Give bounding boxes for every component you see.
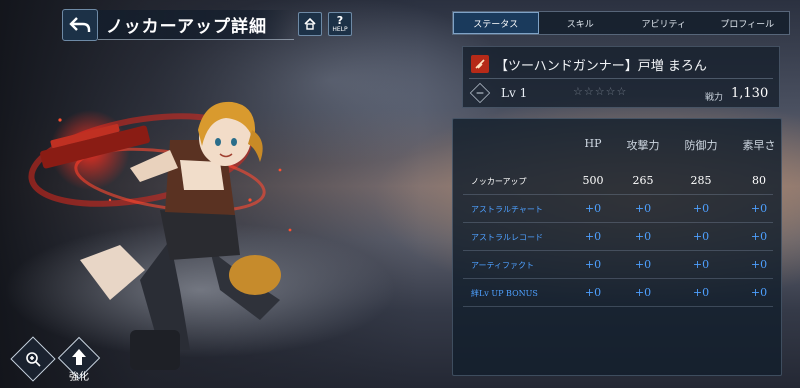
enhance-button[interactable]: 強化 — [57, 336, 101, 383]
cell-speed: +0 — [750, 202, 768, 215]
back-arrow-icon — [69, 17, 91, 32]
row-label: アーティファクト — [471, 261, 535, 270]
row-label: 絆Lv UP BONUS — [471, 289, 538, 298]
stat-row-bond-bonus[interactable]: 絆Lv UP BONUS +0 +0 +0 +0 — [463, 279, 773, 307]
character-info-panel: 【ツーハンドガンナー】戸増 まろん Lv 1 ☆☆☆☆☆ 戦力 1,130 — [462, 46, 780, 108]
row-label: アストラルチャート — [471, 205, 543, 214]
title-bar: ノッカーアップ詳細 — [98, 10, 294, 40]
tab-profile[interactable]: プロフィール — [706, 12, 790, 34]
help-label: HELP — [332, 25, 348, 33]
tab-bar: ステータス スキル アビリティ プロフィール — [452, 11, 790, 35]
cell-attack: +0 — [634, 202, 652, 215]
cell-defense: +0 — [692, 230, 710, 243]
zoom-in-icon — [26, 352, 41, 367]
tab-ability[interactable]: アビリティ — [622, 12, 706, 34]
cell-defense: +0 — [692, 202, 710, 215]
cell-attack: +0 — [634, 230, 652, 243]
cell-defense: +0 — [692, 258, 710, 271]
stat-row-astral-chart[interactable]: アストラルチャート +0 +0 +0 +0 — [463, 195, 773, 223]
home-button[interactable] — [298, 12, 322, 36]
stats-panel: HP 攻撃力 防御力 素早さ ノッカーアップ 500 265 285 80 アス… — [452, 118, 782, 376]
back-button[interactable] — [62, 9, 98, 41]
level-up-arrow-icon — [72, 349, 86, 365]
column-attack: 攻撃力 — [626, 139, 660, 152]
power-label: 戦力 — [705, 93, 724, 103]
cell-attack: 265 — [632, 174, 654, 187]
cell-speed: 80 — [752, 174, 766, 187]
row-label: アストラルレコード — [471, 233, 543, 242]
cell-speed: +0 — [750, 286, 768, 299]
stats-header: HP 攻撃力 防御力 素早さ — [453, 137, 781, 153]
cell-defense: +0 — [692, 286, 710, 299]
row-label: ノッカーアップ — [471, 177, 527, 186]
column-defense: 防御力 — [684, 139, 718, 152]
stat-row-base: ノッカーアップ 500 265 285 80 — [463, 167, 773, 195]
cell-attack: +0 — [634, 258, 652, 271]
tab-skill[interactable]: スキル — [539, 12, 623, 34]
page-title: ノッカーアップ詳細 — [106, 17, 267, 37]
stat-row-astral-record[interactable]: アストラルレコード +0 +0 +0 +0 — [463, 223, 773, 251]
enhance-label: 強化 — [69, 372, 89, 383]
help-question-icon: ? — [336, 13, 344, 27]
divider — [469, 78, 773, 79]
character-name: 【ツーハンドガンナー】戸増 まろん — [495, 59, 707, 74]
column-speed: 素早さ — [742, 139, 776, 152]
stat-row-artifact[interactable]: アーティファクト +0 +0 +0 +0 — [463, 251, 773, 279]
rank-stars: ☆☆☆☆☆ — [573, 85, 628, 98]
role-gunner-icon — [471, 55, 489, 73]
character-illustration — [28, 101, 292, 370]
cell-speed: +0 — [750, 258, 768, 271]
home-icon — [304, 17, 316, 30]
cell-attack: +0 — [634, 286, 652, 299]
cell-defense: 285 — [690, 174, 712, 187]
character-level: Lv 1 — [501, 86, 528, 100]
help-button[interactable]: ? HELP — [328, 12, 352, 36]
tab-status[interactable]: ステータス — [453, 12, 539, 34]
cell-speed: +0 — [750, 230, 768, 243]
attribute-icon — [469, 82, 491, 104]
power-value: 1,130 — [731, 86, 769, 101]
